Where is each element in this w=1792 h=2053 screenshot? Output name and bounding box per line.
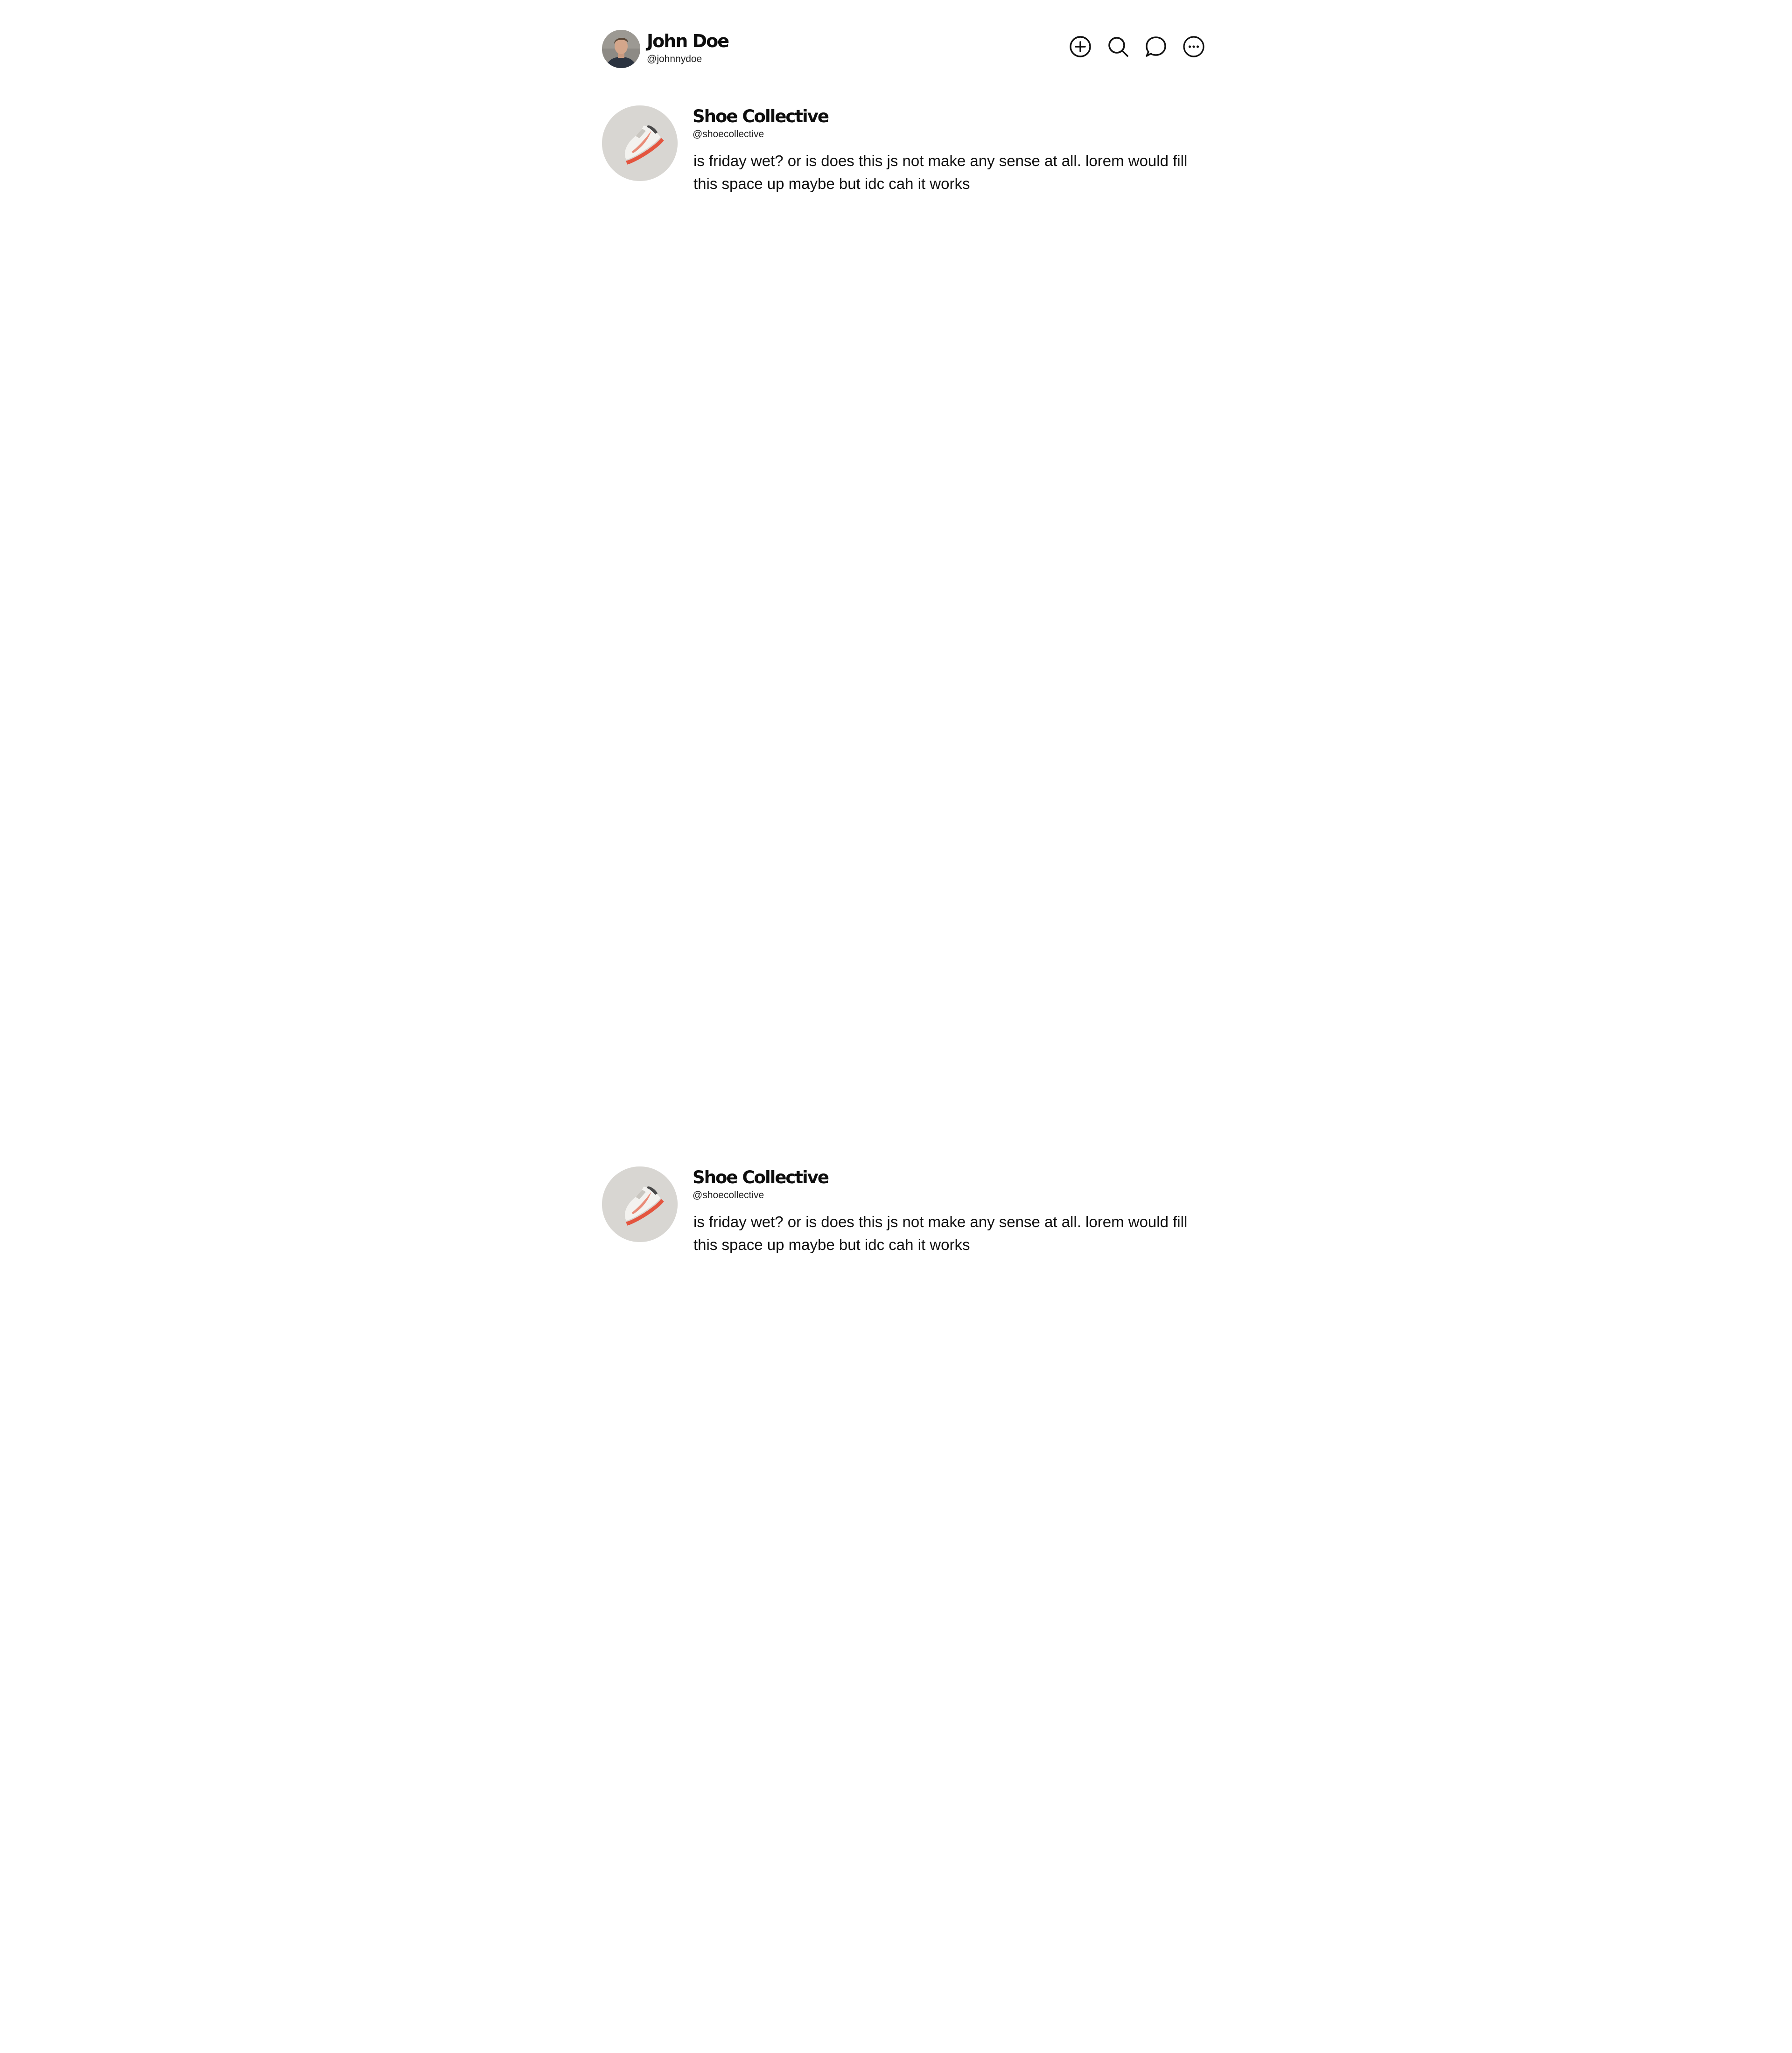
sneaker-avatar-icon (602, 105, 678, 181)
app-header: John Doe @johnnydoe (602, 29, 1205, 70)
more-button[interactable] (1183, 35, 1205, 58)
create-button[interactable] (1069, 35, 1092, 58)
post-author-name[interactable]: Shoe Collective (693, 1166, 829, 1189)
post-text: is friday wet? or is does this js not ma… (693, 152, 1188, 192)
post-avatar[interactable] (602, 105, 678, 181)
plus-circle-icon (1070, 36, 1091, 57)
post-author-handle[interactable]: @shoecollective (693, 128, 764, 141)
post-card[interactable]: Shoe Collective @shoecollective is frida… (602, 1166, 1209, 1259)
post-card[interactable]: Shoe Collective @shoecollective is frida… (602, 105, 1209, 198)
user-name: John Doe (647, 31, 729, 51)
user-handle: @johnnydoe (647, 54, 702, 64)
header-actions (1069, 35, 1205, 58)
search-icon (1108, 37, 1128, 57)
more-circle-icon (1183, 36, 1204, 57)
sneaker-avatar-icon (602, 1166, 678, 1242)
post-author-handle[interactable]: @shoecollective (693, 1189, 764, 1202)
search-button[interactable] (1107, 35, 1129, 58)
chat-bubble-icon (1146, 36, 1166, 57)
messages-button[interactable] (1145, 35, 1167, 58)
post-avatar[interactable] (602, 1166, 678, 1242)
post-text: is friday wet? or is does this js not ma… (693, 1213, 1188, 1253)
post-author-name[interactable]: Shoe Collective (693, 105, 829, 128)
user-avatar[interactable] (602, 30, 640, 68)
user-photo-icon (602, 30, 640, 68)
